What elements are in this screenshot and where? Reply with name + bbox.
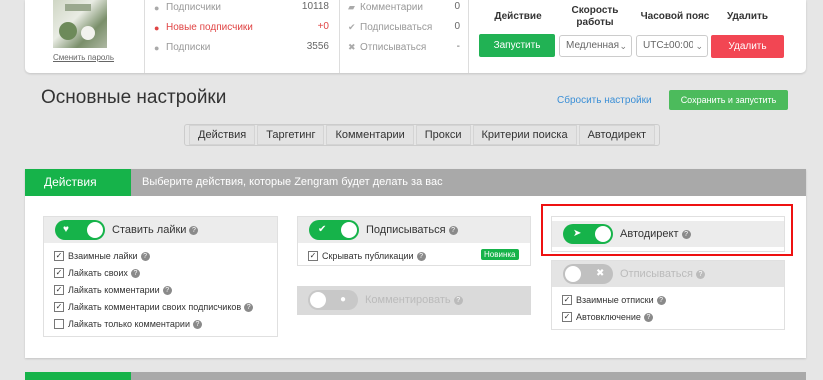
account-stats-card: Сменить пароль ● Подписчики 10118 ● Новые … xyxy=(25,0,806,73)
help-icon[interactable]: ? xyxy=(695,269,705,279)
option-hide-posts[interactable]: ✓ Скрывать публикации? xyxy=(308,251,426,261)
speed-column-head-1: Скорость xyxy=(571,5,619,16)
user-icon: ● xyxy=(154,42,160,53)
check-icon: ✔ xyxy=(348,22,356,32)
delete-button[interactable]: Удалить xyxy=(711,35,784,58)
users-icon: ● xyxy=(154,2,160,13)
autodirect-highlight-box xyxy=(541,204,793,256)
help-icon[interactable]: ? xyxy=(189,225,199,235)
chevron-down-icon: ⌄ xyxy=(693,36,703,56)
timezone-column-head: Часовой пояс xyxy=(640,11,710,22)
start-button[interactable]: Запустить xyxy=(479,34,555,57)
stat-followers-value: 10118 xyxy=(301,1,329,12)
unfollow-title: Отписываться xyxy=(620,268,693,280)
next-section-tab[interactable] xyxy=(25,372,131,380)
tab-actions[interactable]: Действия xyxy=(189,125,256,145)
help-icon[interactable]: ? xyxy=(448,225,458,235)
stat-new-followers-value: +0 xyxy=(317,21,329,32)
option-like-comments[interactable]: ✓ Лайкать комментарии? xyxy=(54,285,172,295)
comment-toggle[interactable]: ● xyxy=(308,290,358,310)
checkbox-icon: ✓ xyxy=(562,312,572,322)
tab-search-criteria[interactable]: Критерии поиска xyxy=(472,125,577,145)
stat-following-value: 3556 xyxy=(306,41,329,52)
option-mutual-likes[interactable]: ✓ Взаимные лайки? xyxy=(54,251,150,261)
section-header: Действия Выберите действия, которые Zeng… xyxy=(25,169,806,196)
new-badge: Новинка xyxy=(481,249,519,260)
help-icon[interactable]: ? xyxy=(193,319,202,329)
comment-icon: ▰ xyxy=(348,2,355,12)
stat-follow-value: 0 xyxy=(454,21,460,32)
stat-follow: ✔ Подписываться xyxy=(348,22,433,33)
chevron-down-icon: ⌄ xyxy=(619,41,627,51)
tab-comments[interactable]: Комментарии xyxy=(326,125,414,145)
checkbox-icon: ✓ xyxy=(54,285,64,295)
tab-proxy[interactable]: Прокси xyxy=(415,125,471,145)
action-column-head: Действие xyxy=(494,11,542,22)
follow-toggle[interactable]: ✔ xyxy=(309,220,359,240)
actions-section: Действия Выберите действия, которые Zeng… xyxy=(25,169,806,358)
follow-panel: ✔ Подписываться? ✓ Скрывать публикации? Н… xyxy=(297,216,531,266)
check-icon: ✔ xyxy=(318,224,327,235)
help-icon[interactable]: ? xyxy=(656,295,666,305)
checkbox-icon: ✓ xyxy=(54,302,64,312)
tab-targeting[interactable]: Таргетинг xyxy=(257,125,325,145)
stat-followers: ● Подписчики xyxy=(154,2,222,13)
option-like-own[interactable]: ✓ Лайкать своих? xyxy=(54,268,140,278)
save-and-run-button[interactable]: Сохранить и запустить xyxy=(669,90,788,110)
help-icon[interactable]: ? xyxy=(453,295,463,305)
stat-following: ● Подписки xyxy=(154,42,211,53)
help-icon[interactable]: ? xyxy=(244,302,254,312)
comment-panel: ● Комментировать? xyxy=(297,286,531,315)
page-title: Основные настройки xyxy=(41,87,227,108)
stat-unfollow: ✖ Отписываться xyxy=(348,42,427,53)
timezone-select[interactable]: UTC±00:00 ⌄ xyxy=(636,35,708,57)
unfollow-toggle[interactable]: ✖ xyxy=(563,264,613,284)
speed-column-head-2: работы xyxy=(576,17,614,28)
option-like-only-comments[interactable]: Лайкать только комментарии? xyxy=(54,319,202,329)
settings-tabs: Действия Таргетинг Комментарии Прокси Кр… xyxy=(184,124,661,146)
speed-select[interactable]: Медленная ⌄ xyxy=(559,35,632,57)
account-avatar[interactable] xyxy=(53,0,107,48)
comment-title: Комментировать xyxy=(365,294,451,306)
reset-settings-link[interactable]: Сбросить настройки xyxy=(557,95,652,106)
stat-new-followers: ● Новые подписчики xyxy=(154,22,253,33)
likes-title: Ставить лайки xyxy=(112,224,187,236)
user-plus-icon: ● xyxy=(154,22,160,33)
option-auto-enable[interactable]: ✓ Автовключение? xyxy=(562,312,653,322)
x-icon: ✖ xyxy=(348,42,356,52)
checkbox-icon: ✓ xyxy=(54,251,64,261)
help-icon[interactable]: ? xyxy=(416,251,426,261)
delete-column-head: Удалить xyxy=(726,11,769,22)
option-like-follower-comments[interactable]: ✓ Лайкать комментарии своих подписчиков? xyxy=(54,302,254,312)
section-description: Выберите действия, которые Zengram будет… xyxy=(142,176,443,188)
unfollow-panel: ✖ Отписываться? ✓ Взаимные отписки? ✓ Авто… xyxy=(551,260,785,330)
stat-comments: ▰ Комментарии xyxy=(348,2,423,13)
checkbox-icon: ✓ xyxy=(54,268,64,278)
likes-panel: ♥ Ставить лайки? ✓ Взаимные лайки? ✓ Лайка… xyxy=(43,216,278,337)
checkbox-icon: ✓ xyxy=(562,295,572,305)
checkbox-icon xyxy=(54,319,64,329)
help-icon[interactable]: ? xyxy=(130,268,140,278)
section-tab-actions[interactable]: Действия xyxy=(25,169,131,196)
heart-icon: ♥ xyxy=(63,224,69,235)
stat-comments-value: 0 xyxy=(454,1,460,12)
close-icon: ✖ xyxy=(596,268,605,279)
comment-icon: ● xyxy=(340,294,347,305)
change-password-link[interactable]: Сменить пароль xyxy=(53,53,114,62)
help-icon[interactable]: ? xyxy=(643,312,653,322)
help-icon[interactable]: ? xyxy=(140,251,150,261)
checkbox-icon: ✓ xyxy=(308,251,318,261)
likes-toggle[interactable]: ♥ xyxy=(55,220,105,240)
option-mutual-unfollow[interactable]: ✓ Взаимные отписки? xyxy=(562,295,666,305)
stat-unfollow-value: - xyxy=(456,41,460,52)
help-icon[interactable]: ? xyxy=(162,285,172,295)
tab-autodirect[interactable]: Автодирект xyxy=(578,125,656,145)
next-section-header xyxy=(25,372,806,380)
follow-title: Подписываться xyxy=(366,224,446,236)
